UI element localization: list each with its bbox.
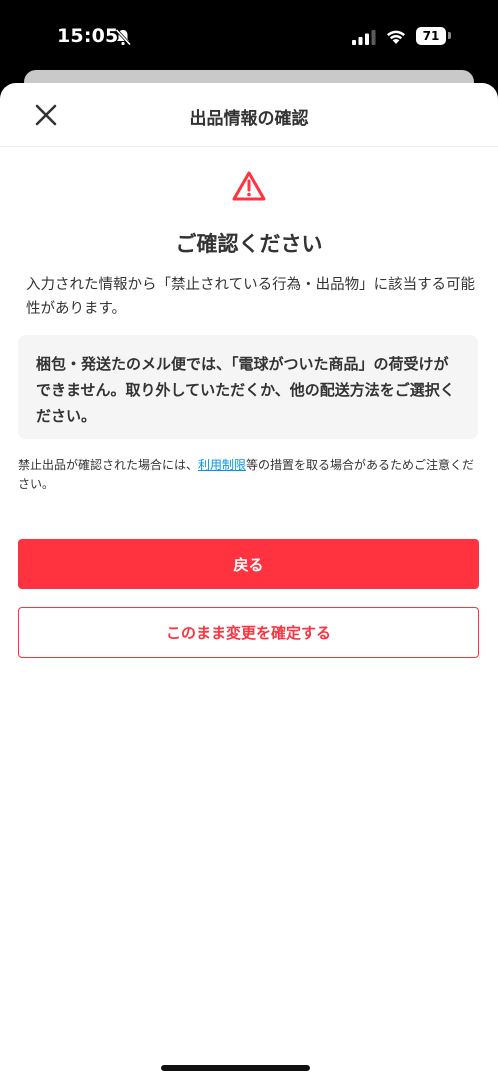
back-button[interactable]: 戻る [18, 539, 479, 589]
footnote: 禁止出品が確認された場合には、利用制限等の措置を取る場合があるためご注意ください… [18, 456, 482, 494]
signal-icon [352, 30, 376, 45]
battery-icon: 71 [416, 27, 446, 45]
battery-nub [448, 32, 451, 39]
wifi-icon [387, 30, 405, 44]
status-bar: 15:05 71 [0, 0, 498, 72]
home-indicator[interactable] [161, 1065, 310, 1071]
dialog-heading: ご確認ください [175, 232, 323, 256]
confirmation-sheet: 出品情報の確認 ご確認ください 入力された情報から「禁止されている行為・出品物」… [0, 83, 498, 1080]
intro-text: 入力された情報から「禁止されている行為・出品物」に該当する可能性があります。 [26, 277, 476, 317]
bell-slash-icon [115, 28, 132, 46]
battery-level: 71 [422, 29, 440, 43]
status-time: 15:05 [57, 25, 119, 47]
warning-triangle-icon [232, 171, 266, 201]
footnote-text-before: 禁止出品が確認された場合には、 [18, 458, 199, 472]
notice-box: 梱包・発送たのメル便では、「電球がついた商品」の荷受けができません。取り外してい… [18, 335, 478, 439]
confirm-change-button[interactable]: このまま変更を確定する [18, 607, 479, 658]
usage-restriction-link[interactable]: 利用制限 [198, 458, 246, 472]
notice-text: 梱包・発送たのメル便では、「電球がついた商品」の荷受けができません。取り外してい… [36, 355, 455, 425]
sheet-header: 出品情報の確認 [0, 83, 498, 147]
page-title: 出品情報の確認 [189, 109, 309, 129]
